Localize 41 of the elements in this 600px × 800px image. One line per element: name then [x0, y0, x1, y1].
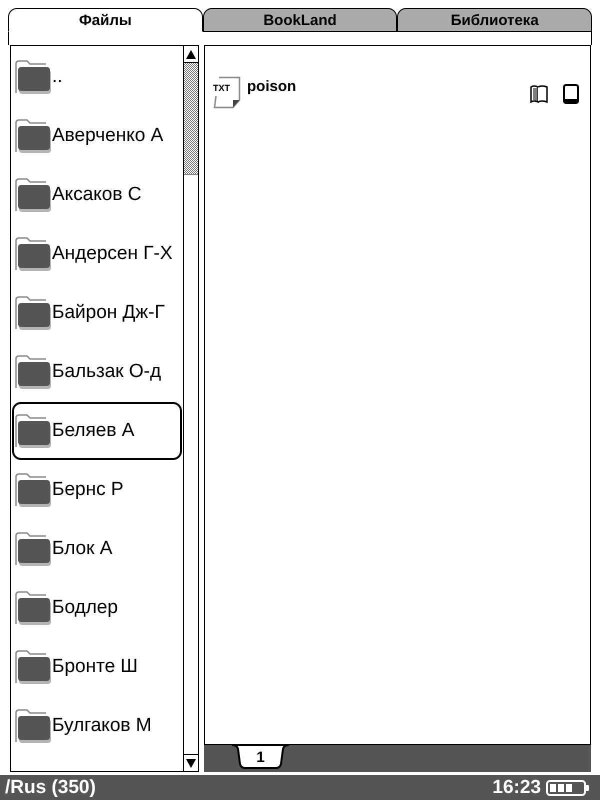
up-triangle-icon [186, 50, 196, 58]
tab[interactable]: Файлы [8, 8, 203, 32]
folder-icon [15, 237, 51, 271]
folder-icon [15, 532, 51, 566]
tab[interactable]: BookLand [202, 8, 398, 32]
folder-icon [15, 60, 51, 94]
folder-icon [15, 355, 51, 389]
folder-item[interactable]: Беляев А [12, 402, 182, 460]
scrollbar-thumb[interactable] [184, 63, 198, 175]
folder-icon [15, 178, 51, 212]
folder-item[interactable]: Булгаков М [12, 697, 182, 755]
folder-icon [15, 473, 51, 507]
scroll-down-button[interactable] [184, 754, 198, 771]
folder-item[interactable]: Бернс Р [12, 461, 182, 519]
folder-path: /Rus (350) [5, 776, 96, 798]
tab[interactable]: Библиотека [397, 8, 592, 32]
folder-icon [15, 709, 51, 743]
file-type-label: TXT [212, 83, 231, 93]
folder-icon [15, 414, 51, 448]
folder-item[interactable]: Андерсен Г-Х [12, 225, 182, 283]
down-triangle-icon [186, 758, 196, 768]
folder-icon [15, 591, 51, 625]
page-tab[interactable]: 1 [232, 745, 289, 769]
tablet-icon[interactable] [563, 84, 579, 104]
folder-item[interactable]: Бодлер [12, 579, 182, 637]
file-name[interactable]: poison [247, 78, 296, 95]
folder-item[interactable]: Бальзак О-д [12, 343, 182, 401]
folder-item[interactable]: Блок А [12, 520, 182, 578]
battery-icon [546, 780, 590, 796]
folder-icon [15, 296, 51, 330]
folder-item[interactable]: .. [12, 48, 182, 106]
folder-item[interactable]: Байрон Дж-Г [12, 284, 182, 342]
folder-item[interactable]: Аверченко А [12, 107, 182, 165]
folder-item[interactable]: Аксаков С [12, 166, 182, 224]
scrollbar[interactable] [184, 45, 199, 772]
folder-icon [15, 650, 51, 684]
clock-time: 16:23 [492, 776, 541, 798]
folder-item[interactable]: Бронте Ш [12, 638, 182, 696]
folder-icon [15, 119, 51, 153]
open-book-icon[interactable] [530, 85, 549, 103]
document-icon [212, 76, 242, 109]
